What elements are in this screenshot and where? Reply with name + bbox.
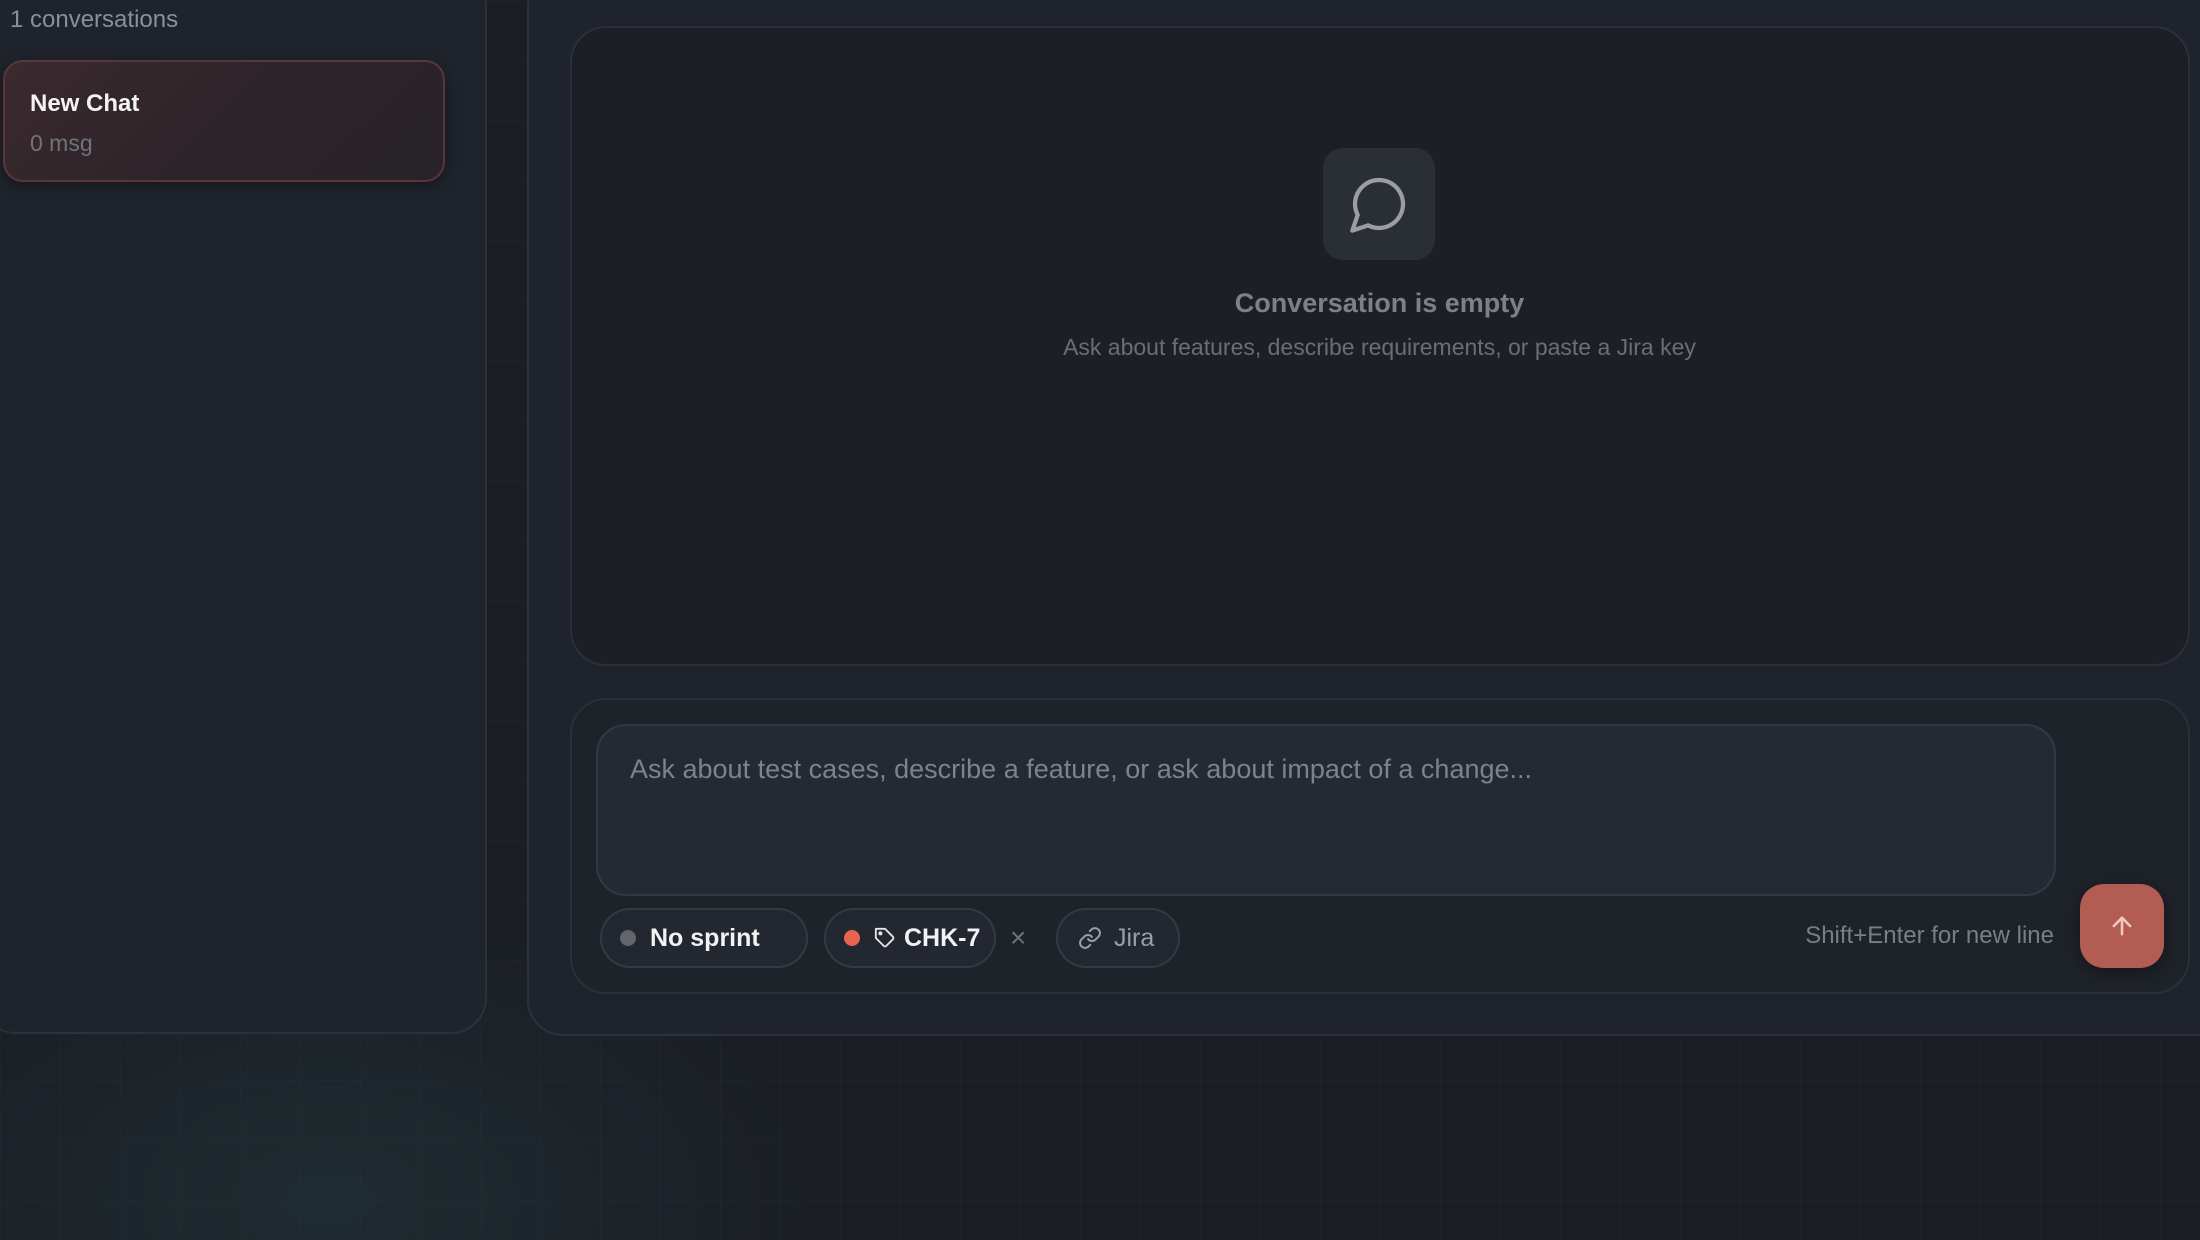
jira-link-button[interactable]: Jira [1056, 908, 1180, 968]
conversation-count: 1 conversations [10, 6, 179, 33]
tag-icon [874, 927, 896, 949]
send-button[interactable] [2080, 884, 2164, 968]
message-input-box [596, 724, 2056, 896]
jira-key-label: CHK-7 [904, 923, 981, 952]
arrow-up-icon [2108, 912, 2136, 940]
message-input[interactable] [598, 726, 2054, 894]
jira-key-chip[interactable]: CHK-7 [824, 908, 996, 968]
sprint-label: No sprint [650, 923, 760, 952]
empty-state-subtitle: Ask about features, describe requirement… [1063, 334, 1696, 360]
conversation-title: New Chat [30, 90, 140, 117]
link-icon [1078, 926, 1102, 950]
sprint-status-dot [620, 930, 636, 946]
remove-jira-key-button[interactable]: × [1010, 922, 1026, 954]
tag-status-dot [844, 930, 860, 946]
sprint-selector[interactable]: No sprint [600, 908, 808, 968]
keyboard-hint: Shift+Enter for new line [1805, 922, 2054, 949]
empty-state-title: Conversation is empty [1234, 288, 1525, 318]
jira-link-label: Jira [1114, 923, 1155, 952]
message-circle-icon [1323, 148, 1435, 260]
conversation-message-count: 0 msg [30, 130, 93, 156]
conversation-item[interactable]: New Chat 0 msg [3, 60, 445, 182]
